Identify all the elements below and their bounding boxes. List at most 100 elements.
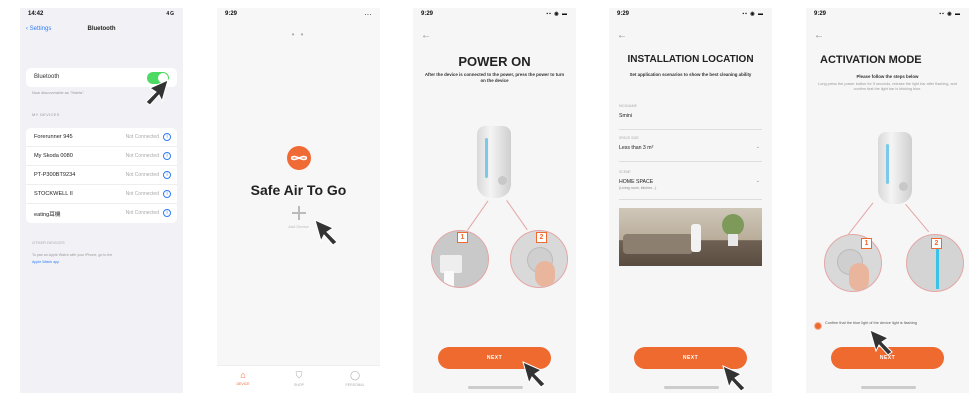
field-value: Smini (619, 113, 632, 119)
field-hint: (Living room, kitchen...) (619, 186, 657, 190)
tab-personal[interactable]: ◯ PERSONAL (335, 370, 375, 387)
screenshot-strip: 14:42 4G ‹ Settings Bluetooth Bluetooth … (0, 0, 973, 395)
apple-watch-link[interactable]: Apple Watch app (32, 260, 59, 264)
phone-installation-location: 9:29 ▪▪ ◉ ▬ ← INSTALLATION LOCATION Set … (609, 8, 772, 393)
status-bar: 9:29 ▪▪ ◉ ▬ (609, 8, 772, 22)
device-name: STOCKWELL II (34, 191, 73, 197)
status-icons: ▪▪ ◉ ▬ (742, 11, 764, 17)
info-icon[interactable]: i (163, 152, 171, 160)
info-icon[interactable]: i (163, 171, 171, 179)
status-time: 9:29 (421, 11, 434, 17)
info-icon[interactable]: i (163, 209, 171, 217)
connector-line (905, 204, 930, 233)
info-icon[interactable]: i (163, 190, 171, 198)
add-device-icon[interactable] (292, 206, 306, 220)
connector-line (848, 202, 874, 235)
device-row[interactable]: eating耳機 Not Connected i (26, 204, 177, 223)
device-name: PT-P300BT9234 (34, 172, 76, 178)
tab-device[interactable]: ⌂ DEVICE (223, 370, 263, 386)
tab-shop[interactable]: ⛉ SHOP (279, 370, 319, 387)
cursor-arrow-icon (145, 79, 169, 106)
tab-label: PERSONAL (345, 383, 365, 387)
nickname-field[interactable]: NICKNAME Smini (619, 102, 762, 130)
confirm-text: Confirm that the blue light of the devic… (825, 321, 917, 325)
tab-label: SHOP (294, 383, 304, 387)
tab-bar: ⌂ DEVICE ⛉ SHOP ◯ PERSONAL (217, 365, 380, 393)
other-devices-note: To pair an Apple Watch with your iPhone,… (32, 253, 113, 257)
nav-bar: ‹ Settings Bluetooth (20, 26, 183, 40)
status-icons: ... (364, 11, 372, 17)
back-arrow-icon[interactable]: ← (814, 30, 824, 41)
cursor-arrow-icon (722, 365, 746, 392)
device-name: Forerunner 945 (34, 134, 73, 140)
device-row[interactable]: My Skoda 0080 Not Connected i (26, 147, 177, 166)
scene-photo (619, 208, 762, 266)
status-bar: 9:29 ▪▪ ◉ ▬ (806, 8, 969, 22)
device-list: Forerunner 945 Not Connected i My Skoda … (26, 128, 177, 223)
add-device-label[interactable]: Add Device (217, 224, 380, 229)
field-value: HOME SPACE (619, 179, 654, 185)
status-bar: 9:29 ▪▪ ◉ ▬ (413, 8, 576, 22)
profile-icon: ◯ (349, 370, 361, 380)
connector-line (467, 200, 489, 231)
device-row[interactable]: STOCKWELL II Not Connected i (26, 185, 177, 204)
discoverable-note: Now discoverable as "Hatria". (32, 90, 85, 95)
status-bar: 9:29 ... (217, 8, 380, 22)
app-title: Safe Air To Go (250, 182, 347, 198)
status-time: 14:42 (28, 11, 44, 17)
chevron-down-icon: ⌄ (755, 178, 760, 184)
purifier-image (878, 132, 912, 204)
device-status: Not Connected (125, 134, 159, 140)
device-name: My Skoda 0080 (34, 153, 73, 159)
app-logo-icon (287, 146, 311, 170)
instructions-text: Long press the power button for 5 second… (818, 82, 957, 91)
status-time: 9:29 (617, 11, 630, 17)
page-indicator: • • (291, 30, 306, 39)
page-title: POWER ON (458, 54, 531, 69)
home-indicator (468, 386, 523, 389)
chevron-down-icon: ⌄ (755, 144, 760, 150)
device-status: Not Connected (125, 153, 159, 159)
home-indicator (664, 386, 719, 389)
my-devices-header: MY DEVICES (32, 112, 60, 117)
info-icon[interactable]: i (163, 133, 171, 141)
step-badge: 1 (861, 238, 872, 249)
status-icons: 4G (166, 11, 175, 17)
status-time: 9:29 (225, 11, 238, 17)
page-subtitle: Set application scenarios to show the be… (629, 72, 752, 77)
status-icons: ▪▪ ◉ ▬ (546, 11, 568, 17)
cursor-arrow-icon (314, 219, 338, 246)
back-arrow-icon[interactable]: ← (421, 30, 431, 41)
home-icon: ⌂ (240, 370, 246, 380)
field-value: Less than 3 m² (619, 145, 654, 151)
purifier-image (477, 126, 511, 198)
cursor-arrow-icon (869, 329, 893, 356)
phone-power-on: 9:29 ▪▪ ◉ ▬ ← POWER ON After the device … (413, 8, 576, 393)
field-label: SCENE (619, 170, 631, 174)
field-label: NICKNAME (619, 104, 637, 108)
page-title: ACTIVATION MODE (820, 54, 922, 66)
page-title: Bluetooth (87, 26, 116, 32)
device-status: Not Connected (125, 172, 159, 178)
status-time: 9:29 (814, 11, 827, 17)
device-status: Not Connected (125, 191, 159, 197)
space-size-select[interactable]: SPACE SIZE Less than 3 m² ⌄ (619, 134, 762, 162)
scene-select[interactable]: SCENE HOME SPACE (Living room, kitchen..… (619, 168, 762, 200)
button-illustration (824, 234, 882, 292)
home-indicator (861, 386, 916, 389)
back-arrow-icon[interactable]: ← (617, 30, 627, 41)
device-row[interactable]: PT-P300BT9234 Not Connected i (26, 166, 177, 185)
other-devices-header: OTHER DEVICES (32, 240, 65, 245)
phone-app-home: 9:29 ... • • Safe Air To Go Add Device ⌂… (217, 8, 380, 393)
phone-activation-mode: 9:29 ▪▪ ◉ ▬ ← ACTIVATION MODE Please fol… (806, 8, 969, 393)
bluetooth-label: Bluetooth (34, 74, 60, 80)
status-bar: 14:42 4G (20, 8, 183, 22)
connector-line (506, 200, 528, 231)
tab-label: DEVICE (236, 382, 250, 386)
page-subtitle: Please follow the steps below (856, 74, 919, 79)
page-title: INSTALLATION LOCATION (627, 54, 754, 65)
cart-icon: ⛉ (295, 370, 303, 380)
page-subtitle: After the device is connected to the pow… (424, 72, 565, 83)
device-row[interactable]: Forerunner 945 Not Connected i (26, 128, 177, 147)
confirm-radio[interactable] (814, 322, 822, 330)
